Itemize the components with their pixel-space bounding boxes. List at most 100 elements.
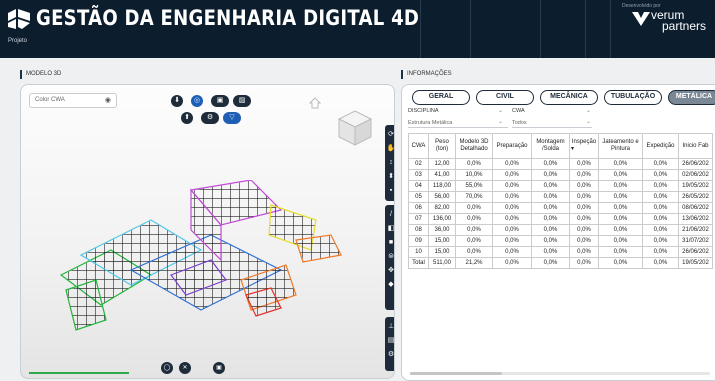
tab-metalica[interactable]: METÁLICA [668, 90, 715, 105]
discipline-select[interactable]: Estrutura Metálica [408, 120, 508, 128]
table-cell: 19/05/202 [678, 257, 713, 269]
table-cell: 0,0% [531, 191, 570, 203]
column-header[interactable]: Inicio Fab [678, 133, 713, 159]
info-panel: GERAL CIVIL MECÂNICA TUBULAÇÃO METÁLICA … [401, 84, 715, 381]
model-3d-section-label: MODELO 3D [20, 70, 61, 79]
structure-3d-model[interactable] [41, 180, 351, 345]
column-header[interactable]: Peso (ton) [428, 133, 456, 159]
hatch-icon[interactable]: ▨ [233, 95, 251, 107]
table-cell: 09 [408, 235, 429, 247]
table-cell: 0,0% [642, 257, 679, 269]
table-cell: 56,00 [428, 191, 456, 203]
table-row[interactable]: 10 15,00 0,0% 0,0% 0,0% 0,0% 0,0% 0,0% 26/06/202 [408, 246, 713, 258]
chevron-down-icon[interactable]: ⌄ [498, 107, 503, 114]
chevron-down-icon[interactable]: ⌄ [586, 118, 591, 125]
explode-icon[interactable]: ⊜ [385, 251, 394, 263]
cube-icon[interactable]: ◆ [385, 279, 394, 291]
move-icon[interactable]: ✥ [385, 265, 394, 277]
gear-icon[interactable]: ⚙ [385, 349, 394, 361]
column-header[interactable]: Modelo 3D Detalhado [455, 133, 493, 159]
zoom-icon[interactable]: ↕ [385, 157, 394, 169]
table-cell: 0,0% [492, 235, 532, 247]
table-cell: 0,0% [642, 202, 679, 214]
horizontal-scrollbar[interactable] [410, 372, 710, 375]
table-cell: 0,0% [598, 246, 643, 258]
color-mode-select[interactable]: Color CWA ◉ [29, 93, 117, 108]
table-cell: 08 [408, 224, 429, 236]
table-cell: 0,0% [642, 213, 679, 225]
table-cell: 0,0% [642, 158, 679, 170]
table-row[interactable]: 04 118,00 55,0% 0,0% 0,0% 0,0% 0,0% 0,0% 19/05/2… [408, 180, 713, 192]
project-label[interactable]: Projeto [8, 38, 27, 44]
section-icon[interactable]: ◧ [385, 223, 394, 235]
table-row[interactable]: 09 15,00 0,0% 0,0% 0,0% 0,0% 0,0% 0,0% 31/07/202 [408, 235, 713, 247]
table-cell: 0,0% [642, 246, 679, 258]
tab-civil[interactable]: CIVIL [476, 90, 534, 105]
settings-icon[interactable]: ⚙ [201, 112, 219, 124]
column-header[interactable]: CWA [408, 133, 429, 159]
table-row[interactable]: 02 12,00 0,0% 0,0% 0,0% 0,0% 0,0% 0,0% 26/06/202 [408, 158, 713, 170]
table-cell: 0,0% [642, 235, 679, 247]
table-cell: 0,0% [598, 257, 643, 269]
discipline-label: DISCIPLINA [408, 108, 439, 114]
table-row[interactable]: 07 136,00 0,0% 0,0% 0,0% 0,0% 0,0% 0,0% 13/06/20… [408, 213, 713, 225]
view-cube-icon[interactable] [335, 107, 375, 149]
table-cell: 0,0% [569, 213, 599, 225]
cwa-select[interactable]: Todos [512, 120, 592, 128]
stop-icon[interactable]: ◯ [161, 362, 173, 374]
chevron-down-icon[interactable]: ⌄ [586, 107, 591, 114]
save-icon[interactable]: ▣ [213, 362, 225, 374]
table-row[interactable]: Total 511,00 21,2% 0,0% 0,0% 0,0% 0,0% 0,0% 19/0… [408, 257, 713, 269]
table-cell: 0,0% [569, 257, 599, 269]
column-header[interactable]: Inspeção ▾ [569, 133, 599, 159]
table-row[interactable]: 03 41,00 10,0% 0,0% 0,0% 0,0% 0,0% 0,0% 02/06/20… [408, 169, 713, 181]
tab-geral[interactable]: GERAL [412, 90, 470, 105]
table-row[interactable]: 05 56,00 70,0% 0,0% 0,0% 0,0% 0,0% 0,0% 26/05/20… [408, 191, 713, 203]
table-cell: 04 [408, 180, 429, 192]
sort-icon[interactable]: ▾ [571, 146, 597, 153]
eye-icon[interactable]: ◉ [105, 96, 111, 104]
column-header[interactable]: Preparação [492, 133, 532, 159]
properties-icon[interactable]: ▤ [385, 335, 394, 347]
chevron-down-icon[interactable]: ⌄ [498, 118, 503, 125]
column-header[interactable]: Montagem /Solda [531, 133, 570, 159]
box-icon[interactable]: ■ [385, 237, 394, 249]
metalica-progress-table: CWA Peso (ton) Modelo 3D Detalhado Preparaç… [408, 133, 713, 269]
table-cell: 0,0% [455, 213, 493, 225]
column-header[interactable]: Expedição [642, 133, 679, 159]
scrollbar-thumb[interactable] [410, 372, 502, 375]
filter-icon[interactable]: ▽ [223, 112, 241, 124]
logo-icon [8, 9, 30, 29]
table-cell: 118,00 [428, 180, 456, 192]
hand-icon[interactable]: ✋ [385, 143, 394, 155]
table-cell: 82,00 [428, 202, 456, 214]
tab-mecanica[interactable]: MECÂNICA [540, 90, 598, 105]
home-icon[interactable] [309, 97, 321, 109]
table-cell: 70,0% [455, 191, 493, 203]
table-row[interactable]: 08 36,00 0,0% 0,0% 0,0% 0,0% 0,0% 0,0% 21/06/202 [408, 224, 713, 236]
structure-icon[interactable]: ⊥ [385, 321, 394, 333]
tab-tubulacao[interactable]: TUBULAÇÃO [604, 90, 662, 105]
down-arrow-icon[interactable]: ⬇ [171, 95, 183, 107]
table-cell: 0,0% [455, 224, 493, 236]
table-cell: 0,0% [492, 191, 532, 203]
table-cell: 0,0% [569, 169, 599, 181]
table-cell: 0,0% [569, 235, 599, 247]
up-arrow-icon[interactable]: ⬆ [181, 112, 193, 124]
filter-reset-icon[interactable]: ✕ [179, 362, 191, 374]
orbit-icon[interactable]: ⟳ [385, 129, 394, 141]
table-row[interactable]: 06 82,00 0,0% 0,0% 0,0% 0,0% 0,0% 0,0% 08/06/202 [408, 202, 713, 214]
camera-icon[interactable]: ▪ [385, 185, 394, 197]
table-cell: 02/06/202 [678, 169, 713, 181]
model-3d-viewer[interactable]: Color CWA ◉ ⬇ ◎ ▣ ▨ ⬆ ⚙ ▽ ⟳ ✋ ↕ ⬍ ▪ / ◧ … [20, 84, 395, 379]
table-cell: 0,0% [642, 180, 679, 192]
layers-icon[interactable]: ▣ [211, 95, 229, 107]
target-icon[interactable]: ◎ [191, 95, 203, 107]
table-cell: 08/06/202 [678, 202, 713, 214]
walk-icon[interactable]: ⬍ [385, 171, 394, 183]
table-cell: 0,0% [531, 169, 570, 181]
column-header[interactable]: Jateamento e Pintura [598, 133, 643, 159]
table-body: 02 12,00 0,0% 0,0% 0,0% 0,0% 0,0% 0,0% 26/06/202… [408, 158, 713, 269]
measure-icon[interactable]: / [385, 209, 394, 221]
table-cell: 03 [408, 169, 429, 181]
